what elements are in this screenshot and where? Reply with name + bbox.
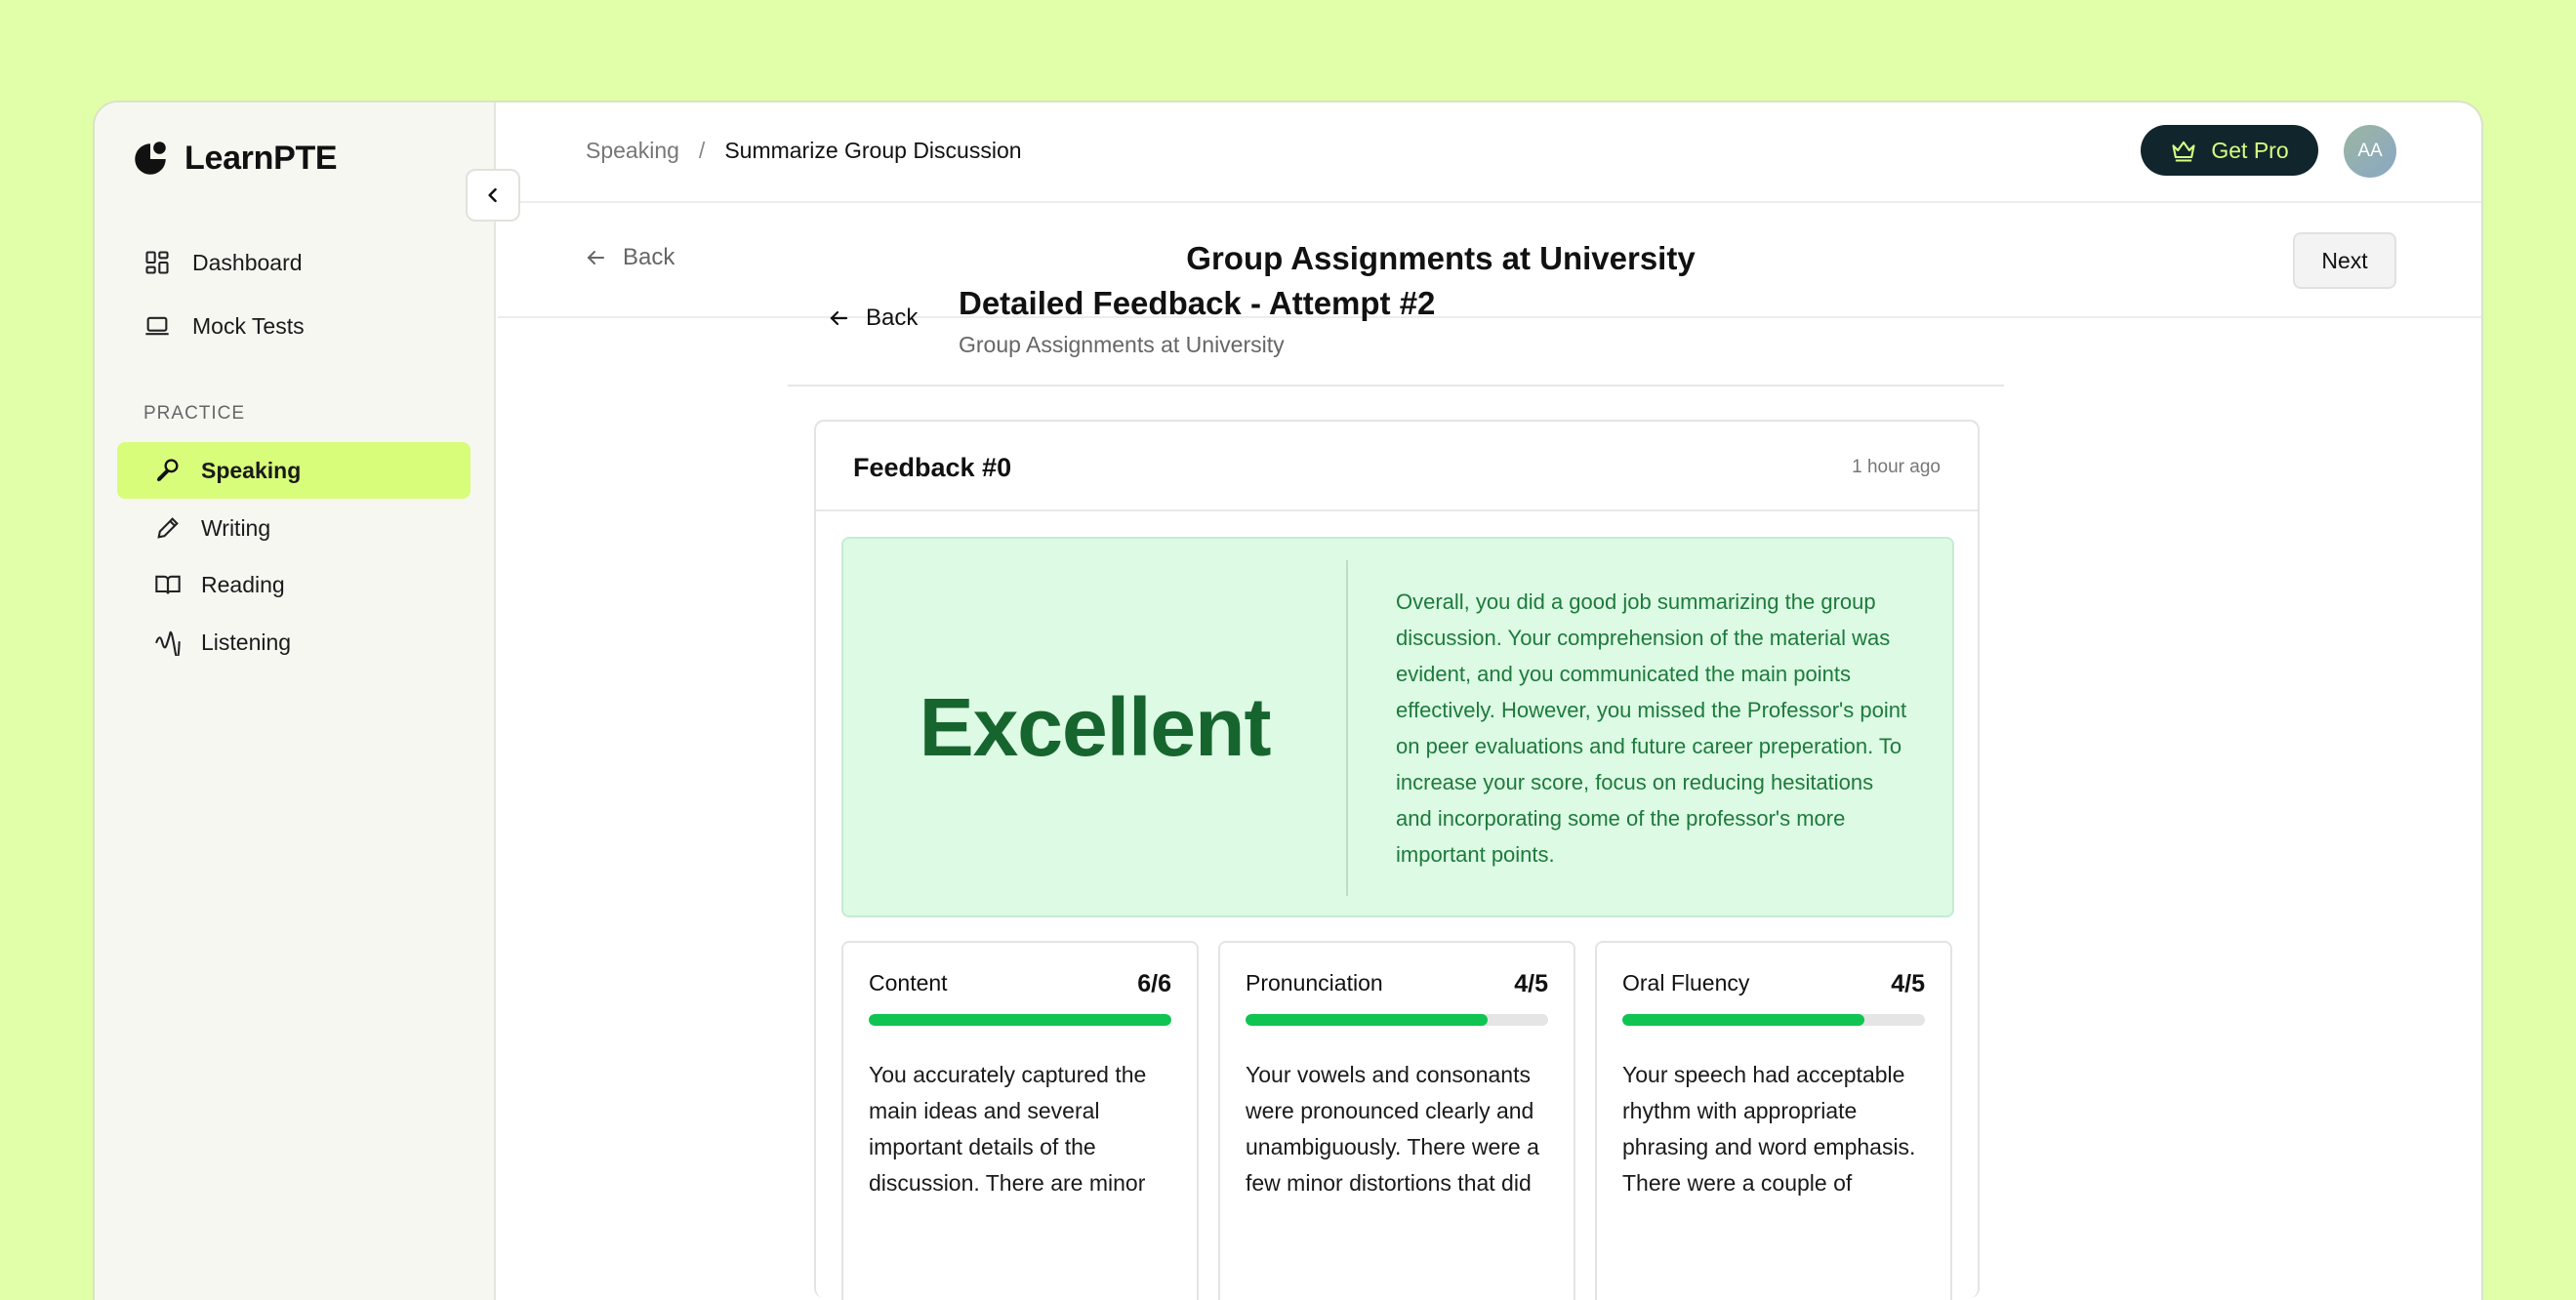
get-pro-label: Get Pro bbox=[2211, 137, 2289, 163]
waveform-icon bbox=[155, 630, 181, 656]
metric-progress-bar bbox=[869, 1014, 1171, 1026]
metric-label: Pronunciation bbox=[1246, 970, 1383, 995]
dashboard-icon bbox=[145, 251, 169, 274]
feedback-card: Feedback #0 1 hour ago Excellent Overall… bbox=[814, 420, 1980, 1300]
sidebar: LearnPTE Dashboard Mock Tests PRACTICE S… bbox=[95, 102, 496, 1300]
arrow-left-icon bbox=[830, 310, 848, 326]
back-label: Back bbox=[866, 305, 919, 331]
sidebar-item-label: Dashboard bbox=[192, 249, 303, 275]
logo-icon bbox=[135, 142, 166, 175]
metric-card-pronunciation: Pronunciation 4/5 Your vowels and conson… bbox=[1218, 941, 1575, 1300]
divider bbox=[1346, 560, 1348, 896]
laptop-icon bbox=[145, 316, 169, 336]
sidebar-item-dashboard[interactable]: Dashboard bbox=[143, 249, 303, 276]
collapse-sidebar-button[interactable] bbox=[466, 169, 520, 222]
breadcrumb-separator: / bbox=[698, 138, 706, 163]
metric-card-oral-fluency: Oral Fluency 4/5 Your speech had accepta… bbox=[1595, 941, 1952, 1300]
metric-description: You accurately captured the main ideas a… bbox=[869, 1062, 1147, 1196]
breadcrumb-current: Summarize Group Discussion bbox=[724, 138, 1022, 163]
section-label-practice: PRACTICE bbox=[143, 403, 246, 424]
sidebar-item-reading[interactable]: Reading bbox=[117, 556, 470, 613]
metric-progress-bar bbox=[1246, 1014, 1548, 1026]
overall-summary-text: Overall, you did a good job summarizing … bbox=[1396, 589, 1907, 867]
metric-progress-fill bbox=[869, 1014, 1171, 1026]
overall-rating: Excellent bbox=[919, 680, 1272, 773]
crown-icon bbox=[2172, 141, 2195, 162]
pencil-icon bbox=[157, 517, 179, 539]
top-bar: Speaking / Summarize Group Discussion Ge… bbox=[498, 102, 2481, 203]
logo-text: LearnPTE bbox=[184, 139, 338, 177]
feedback-header: Back Detailed Feedback - Attempt #2 Grou… bbox=[788, 254, 2004, 386]
sidebar-item-speaking[interactable]: Speaking bbox=[117, 442, 470, 499]
sidebar-item-label: Writing bbox=[201, 514, 271, 541]
feedback-card-header: Feedback #0 1 hour ago bbox=[816, 422, 1978, 511]
get-pro-button[interactable]: Get Pro bbox=[2141, 125, 2318, 176]
chevron-left-icon bbox=[488, 187, 497, 203]
breadcrumb: Speaking / Summarize Group Discussion bbox=[586, 138, 1022, 164]
sidebar-item-label: Reading bbox=[201, 571, 285, 597]
metric-score: 4/5 bbox=[1891, 970, 1925, 997]
metric-label: Content bbox=[869, 970, 948, 995]
metric-progress-fill bbox=[1246, 1014, 1488, 1026]
metric-progress-fill bbox=[1622, 1014, 1864, 1026]
logo[interactable]: LearnPTE bbox=[130, 138, 338, 179]
back-button-feedback[interactable]: Back bbox=[827, 305, 918, 332]
feedback-card-title: Feedback #0 bbox=[853, 453, 1012, 482]
book-icon bbox=[155, 575, 181, 594]
metric-description: Your vowels and consonants were pronounc… bbox=[1246, 1062, 1539, 1196]
breadcrumb-item-speaking[interactable]: Speaking bbox=[586, 138, 679, 164]
metric-score: 6/6 bbox=[1137, 970, 1171, 997]
avatar[interactable]: AA bbox=[2344, 125, 2396, 178]
sidebar-item-writing[interactable]: Writing bbox=[117, 500, 470, 556]
metric-card-content: Content 6/6 You accurately captured the … bbox=[841, 941, 1199, 1300]
sidebar-item-mock-tests[interactable]: Mock Tests bbox=[143, 312, 305, 340]
overall-summary: Excellent Overall, you did a good job su… bbox=[841, 537, 1954, 917]
metric-score: 4/5 bbox=[1514, 970, 1548, 997]
feedback-subtitle: Group Assignments at University bbox=[959, 332, 1285, 357]
metric-progress-bar bbox=[1622, 1014, 1925, 1026]
next-button[interactable]: Next bbox=[2293, 232, 2396, 289]
sidebar-item-label: Speaking bbox=[201, 457, 302, 483]
feedback-title: Detailed Feedback - Attempt #2 bbox=[959, 285, 1436, 321]
sidebar-item-listening[interactable]: Listening bbox=[117, 614, 470, 670]
microphone-icon bbox=[156, 459, 179, 482]
metric-label: Oral Fluency bbox=[1622, 970, 1750, 995]
feedback-timestamp: 1 hour ago bbox=[1852, 457, 1941, 477]
sidebar-item-label: Listening bbox=[201, 629, 292, 655]
sidebar-item-label: Mock Tests bbox=[192, 312, 305, 339]
metric-description: Your speech had acceptable rhythm with a… bbox=[1622, 1062, 1916, 1196]
